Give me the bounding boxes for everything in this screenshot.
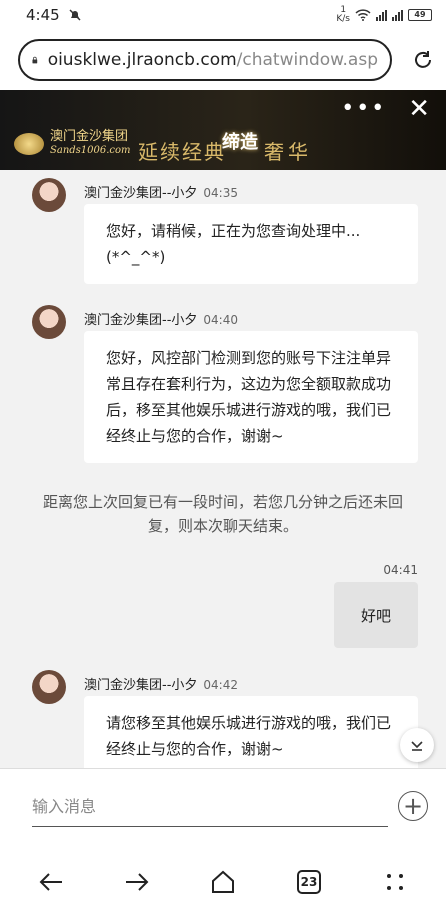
close-icon[interactable]: ✕ bbox=[408, 96, 430, 122]
url-text: oiusklwe.jlraoncb.com/chatwindow.asp bbox=[47, 50, 378, 70]
bell-muted-icon bbox=[69, 9, 81, 21]
battery-icon: 49 bbox=[408, 9, 432, 21]
add-attachment-button[interactable]: + bbox=[398, 791, 428, 821]
menu-button[interactable] bbox=[375, 862, 415, 902]
avatar bbox=[32, 670, 66, 704]
home-icon bbox=[212, 870, 234, 893]
signal-icon bbox=[376, 9, 387, 21]
back-button[interactable] bbox=[31, 862, 71, 902]
chevron-down-icon bbox=[411, 741, 423, 751]
brand-name: 澳门金沙集团 bbox=[50, 129, 129, 144]
brand-banner: ••• ✕ 澳门金沙集团 Sands1006.com 延续经典 缔造 奢华 bbox=[0, 90, 446, 170]
tabs-button[interactable]: 23 bbox=[289, 862, 329, 902]
address-field[interactable]: oiusklwe.jlraoncb.com/chatwindow.asp bbox=[18, 39, 392, 81]
tab-count: 23 bbox=[297, 870, 321, 894]
grid-menu-icon bbox=[387, 874, 403, 890]
signal-icon bbox=[392, 9, 403, 21]
lock-icon bbox=[32, 56, 38, 64]
slogan-a: 延续经典 bbox=[138, 140, 226, 164]
my-message-bubble: 好吧 bbox=[334, 582, 418, 648]
slogan-mid: 缔造 bbox=[222, 132, 258, 153]
status-bar: 4:45 1 K/s 49 bbox=[0, 0, 446, 30]
browser-nav-bar: 23 bbox=[0, 852, 446, 912]
message-bubble: 请您移至其他娱乐城进行游戏的哦，我们已经终止与您的合作，谢谢~ bbox=[84, 696, 418, 768]
arrow-right-icon bbox=[126, 873, 149, 891]
more-icon[interactable]: ••• bbox=[341, 98, 386, 120]
composer: 输入消息 + bbox=[0, 768, 446, 852]
status-time: 4:45 bbox=[26, 6, 60, 24]
forward-button[interactable] bbox=[117, 862, 157, 902]
message-input[interactable]: 输入消息 bbox=[32, 789, 388, 827]
message-meta: 澳门金沙集团--小夕 04:42 bbox=[84, 678, 238, 693]
chat-area[interactable]: 澳门金沙集团--小夕 04:35 您好，请稍候，正在为您查询处理中...(*^_^… bbox=[0, 170, 446, 768]
arrow-left-icon bbox=[39, 873, 62, 891]
browser-url-bar: oiusklwe.jlraoncb.com/chatwindow.asp bbox=[0, 30, 446, 90]
message-bubble: 您好，风控部门检测到您的账号下注注单异常且存在套利行为，这边为您全额取款成功后，… bbox=[84, 331, 418, 463]
message-bubble: 您好，请稍候，正在为您查询处理中...(*^_^*) bbox=[84, 204, 418, 284]
system-notice: 距离您上次回复已有一段时间，若您几分钟之后还未回复，则本次聊天结束。 bbox=[42, 493, 403, 535]
scroll-down-button[interactable] bbox=[400, 728, 434, 762]
net-speed: 1 K/s bbox=[336, 5, 350, 24]
brand-domain: Sands1006.com bbox=[50, 145, 131, 156]
slogan-b: 奢华 bbox=[264, 140, 312, 164]
home-button[interactable] bbox=[203, 862, 243, 902]
avatar bbox=[32, 305, 66, 339]
avatar bbox=[32, 178, 66, 212]
message-meta: 澳门金沙集团--小夕 04:40 bbox=[84, 313, 238, 328]
plus-icon: + bbox=[402, 792, 424, 820]
my-message-time: 04:41 bbox=[383, 563, 418, 577]
logo-icon bbox=[14, 133, 44, 155]
refresh-icon[interactable] bbox=[410, 47, 436, 73]
wifi-icon bbox=[355, 9, 371, 21]
brand-logo: 澳门金沙集团 Sands1006.com bbox=[14, 130, 131, 158]
message-meta: 澳门金沙集团--小夕 04:35 bbox=[84, 186, 238, 201]
